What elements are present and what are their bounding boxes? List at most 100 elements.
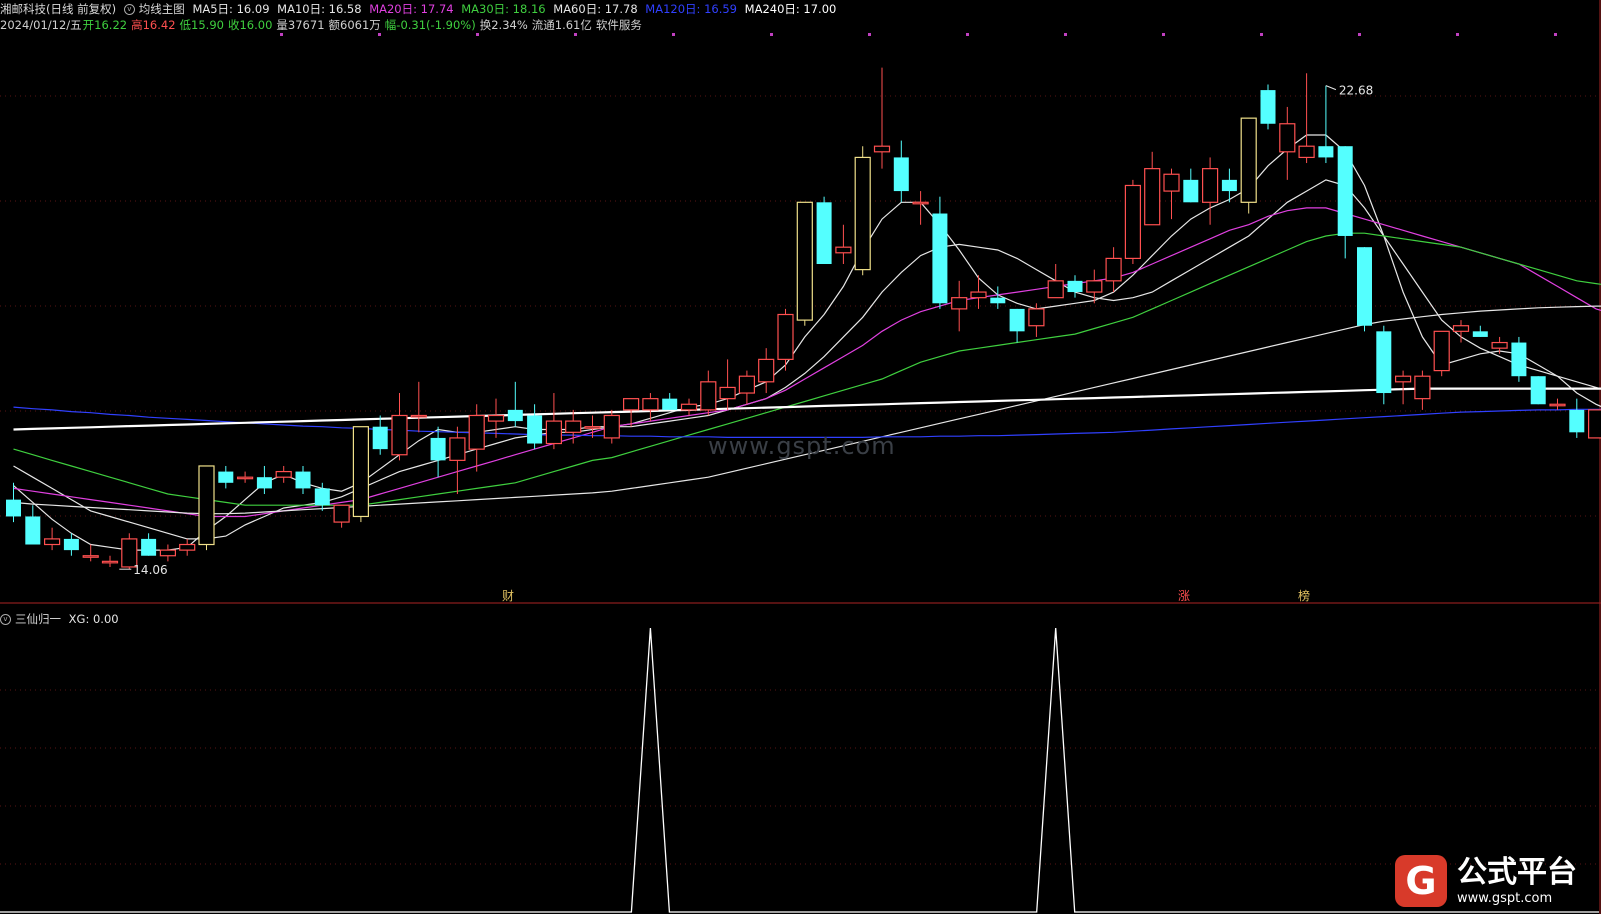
candle-body (854, 156, 871, 271)
candle-body (951, 297, 968, 310)
candle-body (468, 414, 485, 450)
period-tick (966, 33, 969, 36)
candle-body (1183, 179, 1199, 203)
ma120-label: MA120日: 16.59 (645, 2, 737, 16)
quote-volume: 量37671 (276, 18, 325, 32)
xg-line (0, 627, 1599, 913)
high-label: 22.68 (1339, 84, 1373, 98)
logo-badge-icon: G (1395, 855, 1447, 907)
quote-open: 开16.22 (82, 18, 128, 32)
candle-body (275, 470, 292, 478)
quote-high: 高16.42 (131, 18, 176, 32)
candle-body (141, 538, 157, 556)
candle-body (101, 560, 119, 564)
candle-body (545, 420, 563, 445)
period-tick (868, 33, 871, 36)
quote-header: 2024/01/12/五开16.22 高16.42 低15.90 收16.00 量376… (0, 17, 646, 33)
candle-body (642, 398, 659, 411)
candle-body (6, 499, 21, 517)
candle-body (198, 465, 215, 546)
candle-body (700, 381, 717, 411)
quote-turnover: 换2.34% (479, 18, 528, 32)
candle-body (1028, 308, 1045, 327)
candle-body (970, 291, 987, 299)
period-tick (1162, 33, 1165, 36)
quote-change: 幅-0.31(-1.90%) (384, 18, 476, 32)
candle-body (873, 145, 891, 153)
marker-zhang: 涨 (1178, 588, 1190, 603)
period-tick (378, 33, 381, 36)
candle-body (1357, 247, 1372, 326)
candle-body (372, 426, 388, 450)
quote-date: 2024/01/12/五 (0, 18, 82, 32)
sub-indicator-header: v 三仙归一 XG: 0.00 (0, 611, 123, 627)
stock-title: 湘邮科技(日线 前复权) (0, 2, 117, 16)
candle-body (487, 414, 505, 422)
candle-body (1240, 117, 1257, 203)
candle-body (295, 471, 311, 489)
sub-indicator-name[interactable]: 三仙归一 (15, 612, 61, 626)
candle-body (796, 201, 813, 321)
candle-body (1491, 341, 1508, 349)
candle-body (391, 414, 408, 456)
candle-body (1163, 173, 1180, 192)
marker-cai: 财 (502, 589, 514, 603)
candle-body (1279, 123, 1296, 153)
period-tick (1358, 33, 1361, 36)
candle-body (430, 437, 446, 461)
candle-body (1221, 179, 1237, 192)
candle-body (1394, 375, 1412, 383)
candle-body (1549, 403, 1566, 407)
candle-body (893, 157, 909, 192)
ma60-label: MA60日: 17.78 (553, 2, 638, 16)
candle-body (159, 549, 176, 557)
candle-body (990, 297, 1006, 304)
high-pointer (1325, 85, 1337, 91)
period-tick (672, 33, 675, 36)
candle-body (449, 437, 466, 461)
candle-body (1124, 184, 1142, 260)
candle-body (835, 246, 852, 254)
candle-body (25, 516, 41, 545)
candle-body (1530, 376, 1546, 405)
candle-body (680, 403, 698, 411)
candle-body (1318, 146, 1334, 158)
candle-body (1511, 342, 1527, 377)
quote-low: 低15.90 (179, 18, 224, 32)
candle-body (333, 504, 350, 523)
toggle-circle-icon[interactable]: v (0, 614, 11, 625)
logo-url: www.gspt.com (1457, 891, 1553, 906)
candle-body (352, 426, 369, 518)
candle-body (1201, 168, 1219, 203)
candle-body (584, 426, 601, 429)
period-tick (280, 33, 283, 36)
ma5-label: MA5日: 16.09 (192, 2, 270, 16)
candle-body (662, 398, 678, 410)
quote-float: 流通1.61亿 (531, 18, 592, 32)
marker-bang: 榜 (1298, 588, 1310, 603)
candle-body (1086, 280, 1103, 293)
period-tick (1554, 33, 1557, 36)
indicator-name[interactable]: 均线主图 (139, 2, 185, 16)
period-tick (1260, 33, 1263, 36)
candle-body (777, 313, 794, 360)
candle-body (314, 488, 330, 506)
candle-body (816, 202, 832, 265)
period-tick (476, 33, 479, 36)
candle-body (1009, 308, 1025, 332)
ma20-label: MA20日: 17.74 (369, 2, 454, 16)
toggle-circle-icon[interactable]: v (123, 4, 135, 15)
candle-body (1144, 168, 1161, 226)
candle-body (1452, 325, 1470, 332)
candle-body (719, 386, 736, 400)
candle-body (622, 398, 640, 411)
candle-body (738, 375, 756, 394)
candle-body (1337, 146, 1353, 236)
candle-body (1569, 409, 1585, 433)
candle-body (565, 420, 582, 433)
ma10-label: MA10日: 16.58 (277, 2, 362, 16)
period-tick (1456, 33, 1459, 36)
brand-logo: G 公式平台 www.gspt.com (1395, 855, 1595, 910)
candle-body (1047, 280, 1064, 299)
candle-body (63, 538, 79, 551)
